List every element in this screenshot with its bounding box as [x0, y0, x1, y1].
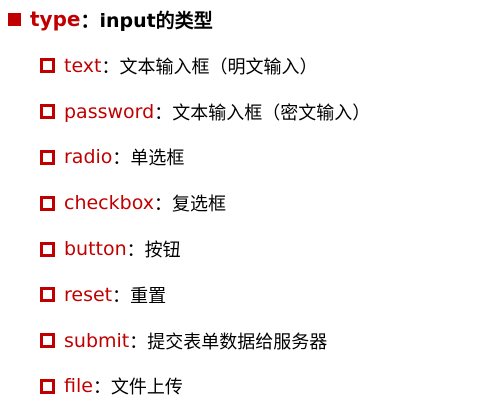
item-keyword: radio — [64, 146, 113, 169]
list-item-radio: radio ：单选框 — [40, 135, 370, 181]
item-description: ：文本输入框（明文输入） — [101, 56, 318, 78]
hollow-square-bullet-icon — [40, 241, 55, 257]
list-item-button: button ：按钮 — [40, 226, 370, 272]
list-item-text: text ：文本输入框（明文输入） — [40, 43, 370, 89]
hollow-square-bullet-icon — [40, 58, 55, 74]
filled-square-bullet-icon — [8, 12, 21, 26]
item-keyword: text — [64, 54, 102, 77]
item-description: ：复选框 — [153, 194, 226, 216]
heading-type: type ：input的类型 — [8, 4, 213, 34]
list-item-file: file ：文件上传 — [40, 364, 370, 410]
hollow-square-bullet-icon — [40, 333, 55, 349]
hollow-square-bullet-icon — [40, 149, 55, 165]
list-item-submit: submit ：提交表单数据给服务器 — [40, 318, 370, 364]
heading-description: ：input的类型 — [80, 9, 213, 32]
hollow-square-bullet-icon — [40, 104, 55, 120]
item-description: ：文件上传 — [92, 377, 183, 399]
item-keyword: reset — [64, 283, 113, 306]
item-description: ：提交表单数据给服务器 — [129, 331, 328, 353]
list-item-checkbox: checkbox ：复选框 — [40, 180, 370, 226]
hollow-square-bullet-icon — [40, 195, 55, 211]
item-keyword: checkbox — [64, 192, 154, 215]
item-description: ：按钮 — [126, 240, 181, 262]
list-item-reset: reset ：重置 — [40, 272, 370, 318]
hollow-square-bullet-icon — [40, 378, 55, 394]
input-type-list: text ：文本输入框（明文输入） password ：文本输入框（密文输入） … — [40, 43, 370, 409]
item-description: ：重置 — [112, 285, 167, 307]
item-keyword: button — [64, 238, 127, 261]
slide: type ：input的类型 text ：文本输入框（明文输入） passwor… — [0, 0, 504, 411]
item-description: ：文本输入框（密文输入） — [154, 102, 371, 124]
item-keyword: password — [64, 100, 155, 123]
item-description: ：单选框 — [112, 148, 185, 170]
list-item-password: password ：文本输入框（密文输入） — [40, 89, 370, 135]
heading-keyword: type — [30, 7, 81, 31]
hollow-square-bullet-icon — [40, 287, 55, 303]
item-keyword: file — [64, 375, 93, 398]
item-keyword: submit — [64, 329, 130, 352]
